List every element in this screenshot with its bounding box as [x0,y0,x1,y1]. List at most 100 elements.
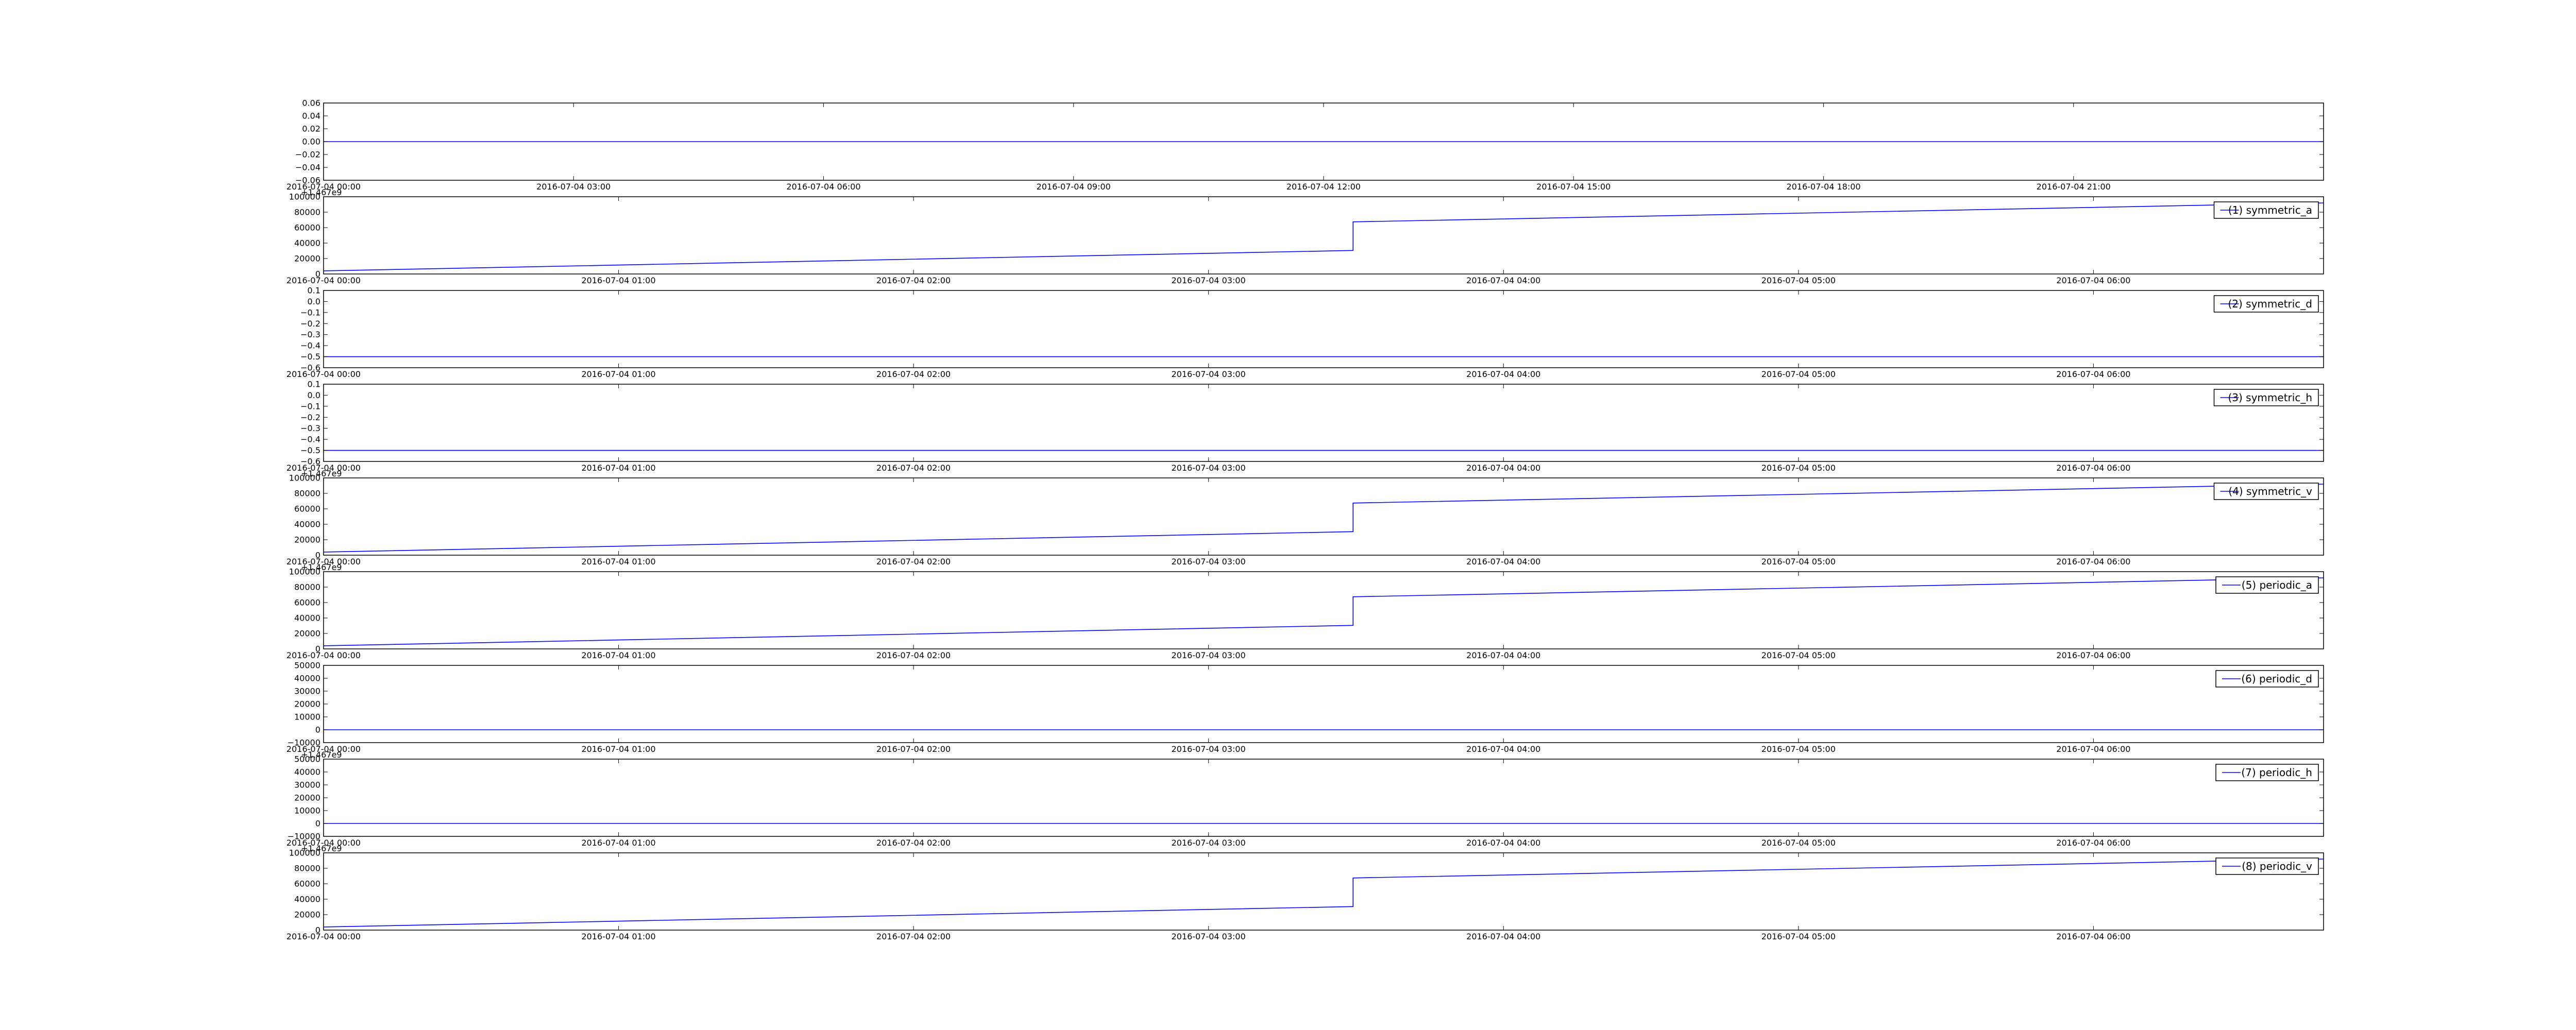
x-tick-label: 2016-07-04 12:00 [1286,182,1361,192]
x-tick-label: 2016-07-04 06:00 [2056,463,2130,473]
legend-label: (6) periodic_d [2241,673,2312,685]
x-tick-label: 2016-07-04 04:00 [1466,557,1540,566]
x-tick-label: 2016-07-04 06:00 [2056,557,2130,566]
y-tick-label: 60000 [294,879,320,889]
x-tick-label: 2016-07-04 04:00 [1466,369,1540,379]
axes-frame [323,290,2324,368]
x-tick-label: 2016-07-04 06:00 [2056,276,2130,285]
y-tick-label: 30000 [294,780,320,790]
x-tick-label: 2016-07-04 02:00 [876,276,951,285]
x-tick-label: 2016-07-04 00:00 [286,369,361,379]
x-tick-label: 2016-07-04 02:00 [876,744,951,754]
y-tick-label: −0.3 [300,423,320,433]
x-tick-label: 2016-07-04 15:00 [1536,182,1611,192]
x-tick-label: 2016-07-04 00:00 [286,932,361,941]
y-tick-label: 40000 [294,895,320,904]
x-tick-label: 2016-07-04 00:00 [286,650,361,660]
x-tick-label: 2016-07-04 05:00 [1761,932,1836,941]
subplot-6: 1000008000060000400002000002016-07-04 00… [286,562,2324,660]
y-tick-label: 0.0 [308,297,320,306]
y-tick-label: 60000 [294,223,320,233]
x-tick-label: 2016-07-04 06:00 [2056,838,2130,848]
x-tick-label: 2016-07-04 04:00 [1466,463,1540,473]
axes-frame [323,196,2324,274]
y-tick-label: −0.4 [300,341,320,351]
legend: (8) periodic_v [2215,857,2319,875]
x-tick-label: 2016-07-04 03:00 [536,182,611,192]
y-tick-label: 30000 [294,686,320,696]
legend: (3) symmetric_h [2213,389,2319,406]
y-tick-label: 40000 [294,674,320,683]
y-tick-label: −0.1 [300,401,320,411]
legend-label: (1) symmetric_a [2228,204,2312,216]
y-tick-label: 0.02 [302,124,320,134]
series-line [323,202,2324,271]
x-tick-label: 2016-07-04 04:00 [1466,932,1540,941]
y-tick-label: 20000 [294,793,320,803]
y-tick-label: −0.02 [295,150,320,160]
y-tick-label: −0.3 [300,330,320,339]
x-tick-label: 2016-07-04 01:00 [581,276,655,285]
y-tick-label: 40000 [294,520,320,529]
axis-offset-text: +1.467e9 [301,750,342,760]
x-tick-label: 2016-07-04 01:00 [581,369,655,379]
legend: (1) symmetric_a [2213,201,2319,219]
x-tick-label: 2016-07-04 01:00 [581,838,655,848]
y-tick-label: 20000 [294,910,320,920]
subplot-8: 50000400003000020000100000−100002016-07-… [286,750,2324,848]
x-tick-label: 2016-07-04 04:00 [1466,838,1540,848]
x-tick-label: 2016-07-04 06:00 [786,182,860,192]
x-tick-label: 2016-07-04 06:00 [2056,932,2130,941]
x-tick-label: 2016-07-04 21:00 [2037,182,2111,192]
x-tick-label: 2016-07-04 05:00 [1761,369,1836,379]
y-tick-label: 80000 [294,208,320,217]
x-tick-label: 2016-07-04 04:00 [1466,744,1540,754]
y-tick-label: 60000 [294,598,320,608]
x-tick-label: 2016-07-04 03:00 [1172,650,1246,660]
x-tick-label: 2016-07-04 02:00 [876,463,951,473]
y-tick-label: −0.04 [295,163,320,173]
y-tick-label: 20000 [294,699,320,709]
y-tick-label: 0 [315,725,320,735]
y-tick-label: 80000 [294,489,320,499]
x-tick-label: 2016-07-04 01:00 [581,650,655,660]
x-tick-label: 2016-07-04 02:00 [876,838,951,848]
y-tick-label: 0.1 [308,286,320,296]
axes-frame [323,852,2324,931]
subplot-5: 1000008000060000400002000002016-07-04 00… [286,469,2324,566]
series-line [323,577,2324,646]
legend-label: (3) symmetric_h [2228,391,2312,404]
axis-offset-text: +1.467e9 [301,562,342,572]
y-tick-label: −0.2 [300,319,320,329]
y-tick-label: 0 [315,819,320,829]
x-tick-label: 2016-07-04 03:00 [1172,744,1246,754]
y-tick-label: −0.4 [300,435,320,444]
x-tick-label: 2016-07-04 01:00 [581,932,655,941]
y-tick-label: 50000 [294,661,320,671]
y-tick-label: 20000 [294,629,320,639]
axes-frame [323,571,2324,649]
y-tick-label: 80000 [294,582,320,592]
legend: (7) periodic_h [2215,764,2319,781]
x-tick-label: 2016-07-04 03:00 [1172,932,1246,941]
x-tick-label: 2016-07-04 05:00 [1761,463,1836,473]
x-tick-label: 2016-07-04 03:00 [1172,557,1246,566]
subplot-7: 50000400003000020000100000−100002016-07-… [286,661,2324,754]
x-tick-label: 2016-07-04 01:00 [581,557,655,566]
subplot-1: 0.060.040.020.00−0.02−0.04−0.062016-07-0… [286,98,2324,192]
y-tick-label: 0.0 [308,390,320,400]
x-tick-label: 2016-07-04 06:00 [2056,744,2130,754]
legend: (5) periodic_a [2215,576,2319,594]
subplot-2: 1000008000060000400002000002016-07-04 00… [286,187,2324,285]
legend: (4) symmetric_v [2213,483,2319,500]
y-tick-label: 0.1 [308,380,320,389]
legend-label: (7) periodic_h [2241,766,2312,779]
y-tick-label: 0.04 [302,111,320,121]
y-tick-label: 20000 [294,254,320,264]
subplot-4: 0.10.0−0.1−0.2−0.3−0.4−0.5−0.62016-07-04… [286,380,2324,473]
legend-label: (5) periodic_a [2242,579,2312,591]
series-line [323,484,2324,553]
y-tick-label: 0.06 [302,98,320,108]
x-tick-label: 2016-07-04 06:00 [2056,650,2130,660]
y-tick-label: −0.2 [300,413,320,422]
